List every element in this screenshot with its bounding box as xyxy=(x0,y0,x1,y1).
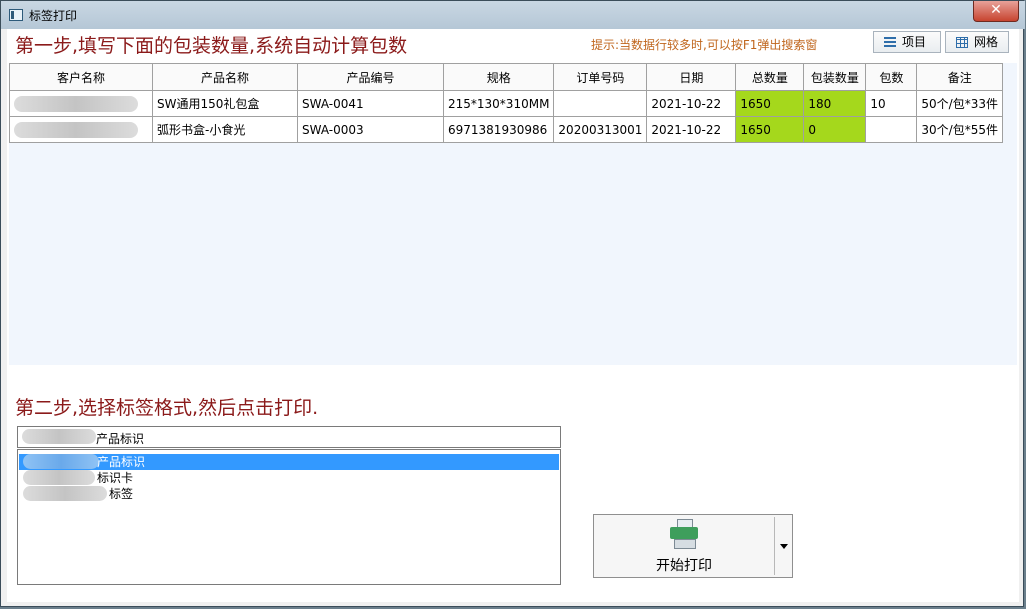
col-header[interactable]: 备注 xyxy=(916,63,1003,91)
cell[interactable]: 2021-10-22 xyxy=(646,116,737,143)
cell[interactable]: 2021-10-22 xyxy=(646,90,737,117)
search-hint: 提示:当数据行较多时,可以按F1弹出搜索窗 xyxy=(591,38,818,52)
close-button[interactable]: ✕ xyxy=(973,1,1019,22)
product-grid: 客户名称 产品名称 产品编号 规格 订单号码 日期 总数量 包装数量 包数 备注 xyxy=(9,63,1003,143)
cell[interactable]: SW通用150礼包盒 xyxy=(152,90,298,117)
grid-view-label: 网格 xyxy=(974,35,999,49)
cell[interactable]: 50个/包*33件 xyxy=(916,90,1003,117)
col-header[interactable]: 总数量 xyxy=(735,63,805,91)
title-bar: 标签打印 ✕ xyxy=(1,1,1025,29)
cell[interactable]: 弧形书盒-小食光 xyxy=(152,116,298,143)
client-area: 第一步,填写下面的包装数量,系统自动计算包数 提示:当数据行较多时,可以按F1弹… xyxy=(7,29,1019,602)
list-item[interactable]: 标识卡 xyxy=(19,470,559,486)
start-print-button[interactable]: 开始打印 xyxy=(593,514,793,578)
cell[interactable]: SWA-0003 xyxy=(297,116,444,143)
col-header[interactable]: 包装数量 xyxy=(803,63,867,91)
list-item-label: 标签 xyxy=(109,487,134,501)
start-print-label: 开始打印 xyxy=(656,558,712,574)
step1-instruction: 第一步,填写下面的包装数量,系统自动计算包数 xyxy=(15,35,408,57)
chevron-down-icon[interactable] xyxy=(780,544,788,549)
col-header[interactable]: 日期 xyxy=(646,63,737,91)
redacted-customer xyxy=(14,121,138,138)
customer-cell[interactable] xyxy=(9,116,153,143)
step2-instruction: 第二步,选择标签格式,然后点击打印. xyxy=(15,397,319,419)
total-qty-cell[interactable]: 1650 xyxy=(735,116,805,143)
cell[interactable]: 20200313001 xyxy=(553,116,648,143)
total-qty-cell[interactable]: 1650 xyxy=(735,90,805,117)
table-row[interactable]: 弧形书盒-小食光 SWA-0003 6971381930986 20200313… xyxy=(9,116,1003,143)
label-print-window: 标签打印 ✕ 第一步,填写下面的包装数量,系统自动计算包数 提示:当数据行较多时… xyxy=(0,0,1025,607)
col-header[interactable]: 客户名称 xyxy=(9,63,153,91)
col-header[interactable]: 产品名称 xyxy=(152,63,298,91)
redacted-prefix xyxy=(22,429,96,444)
cell[interactable] xyxy=(553,90,648,117)
grid-icon xyxy=(956,37,968,48)
combo-value: 产品标识 xyxy=(96,432,145,446)
items-view-label: 项目 xyxy=(902,35,927,49)
data-grid-area: 客户名称 产品名称 产品编号 规格 订单号码 日期 总数量 包装数量 包数 备注 xyxy=(9,63,1017,365)
cell[interactable]: 215*130*310MM xyxy=(442,90,555,117)
list-item[interactable]: 标签 xyxy=(19,486,559,502)
label-format-combo[interactable]: 产品标识 xyxy=(17,426,561,448)
col-header[interactable]: 规格 xyxy=(442,63,555,91)
redacted-prefix xyxy=(23,454,99,469)
cell[interactable]: SWA-0041 xyxy=(297,90,444,117)
cell[interactable]: 6971381930986 xyxy=(442,116,555,143)
table-row[interactable]: SW通用150礼包盒 SWA-0041 215*130*310MM 2021-1… xyxy=(9,90,1003,117)
pack-count-cell[interactable]: 10 xyxy=(865,90,918,117)
window-title: 标签打印 xyxy=(29,9,78,23)
split-separator xyxy=(774,517,775,575)
cell[interactable]: 30个/包*55件 xyxy=(916,116,1003,143)
list-icon xyxy=(884,37,896,48)
grid-header-row: 客户名称 产品名称 产品编号 规格 订单号码 日期 总数量 包装数量 包数 备注 xyxy=(9,63,1003,91)
items-view-button[interactable]: 项目 xyxy=(873,31,941,53)
list-item-label: 标识卡 xyxy=(97,471,134,485)
col-header[interactable]: 订单号码 xyxy=(553,63,648,91)
redacted-prefix xyxy=(23,486,107,501)
label-format-list[interactable]: 产品标识 标识卡 标签 xyxy=(17,449,561,585)
col-header[interactable]: 包数 xyxy=(865,63,918,91)
grid-view-button[interactable]: 网格 xyxy=(945,31,1009,53)
redacted-customer xyxy=(14,95,138,112)
col-header[interactable]: 产品编号 xyxy=(297,63,444,91)
redacted-prefix xyxy=(23,470,95,485)
list-item-label: 产品标识 xyxy=(97,455,146,469)
customer-cell[interactable] xyxy=(9,90,153,117)
app-icon xyxy=(9,9,23,21)
pack-qty-cell[interactable]: 0 xyxy=(803,116,867,143)
list-item[interactable]: 产品标识 xyxy=(19,454,559,470)
printer-icon xyxy=(670,519,698,549)
pack-qty-cell[interactable]: 180 xyxy=(803,90,867,117)
pack-count-cell[interactable] xyxy=(865,116,918,143)
